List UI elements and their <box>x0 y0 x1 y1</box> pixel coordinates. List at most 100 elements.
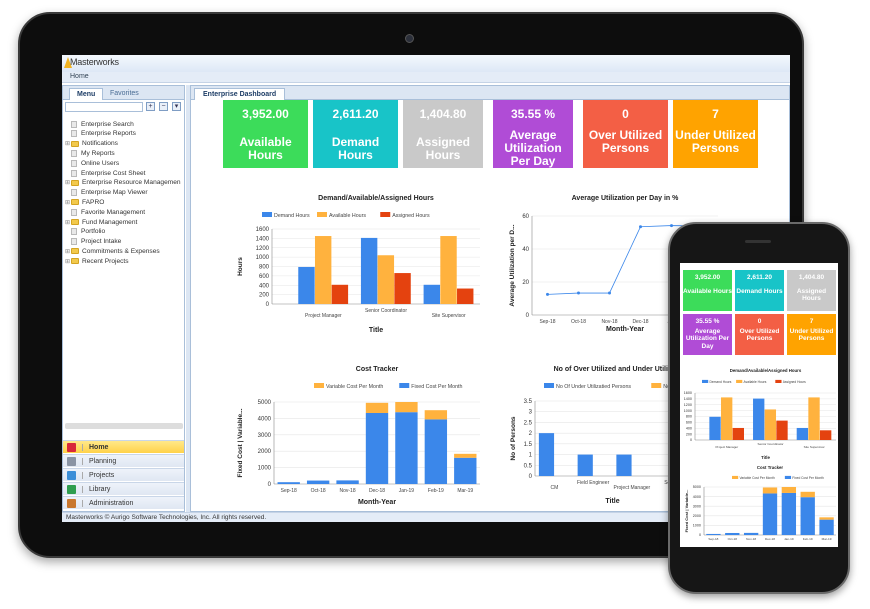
legend-item-available-hours[interactable]: Available Hours <box>736 379 767 384</box>
horizontal-scrollbar[interactable] <box>65 423 183 429</box>
tree-item-online-users[interactable]: Online Users <box>65 158 119 168</box>
line-point[interactable] <box>546 292 549 296</box>
tree-item-project-intake[interactable]: Project Intake <box>65 237 121 247</box>
bar-fixed-cost-per-month[interactable] <box>743 532 759 535</box>
tree-item-enterprise-resource-managemen[interactable]: ⊞ Enterprise Resource Managemen <box>65 178 181 188</box>
nav-projects[interactable]: Projects <box>63 468 184 481</box>
bar-available-hours[interactable] <box>377 255 395 304</box>
phone-kpi-demand-hours[interactable]: 2,611.20 Demand Hours <box>735 270 784 311</box>
legend-item-available-hours[interactable]: Available Hours <box>317 212 366 219</box>
bar-fixed-cost-per-month[interactable] <box>424 419 448 484</box>
nav-planning[interactable]: Planning <box>63 454 184 467</box>
bar-demand-hours[interactable] <box>360 237 378 304</box>
bar-fixed-cost-per-month[interactable] <box>395 412 418 484</box>
legend-item-variable-cost-per-month[interactable]: Variable Cost Per Month <box>732 475 775 480</box>
bar-variable-cost-per-month[interactable] <box>454 453 477 458</box>
app-logo[interactable]: Masterworks <box>70 57 119 67</box>
bar-assigned-hours[interactable] <box>457 288 474 304</box>
legend-item-no-of-under-utilizatied-persons[interactable]: No Of Under Utilizatied Persons <box>544 383 631 390</box>
bar-variable-cost-per-month[interactable] <box>800 491 815 498</box>
bar-demand-hours[interactable] <box>709 416 721 440</box>
breadcrumb-home[interactable]: Home <box>70 73 89 80</box>
bar-fixed-cost-per-month[interactable] <box>762 493 778 535</box>
bar-assigned-hours[interactable] <box>331 284 349 304</box>
bar-assigned-hours[interactable] <box>394 273 411 304</box>
bar-no-of-under-utilizatied-persons[interactable] <box>616 454 632 476</box>
phone-kpi-available-hours[interactable]: 3,952.00 Available Hours <box>683 270 732 311</box>
tree-item-recent-projects[interactable]: ⊞ Recent Projects <box>65 256 129 266</box>
kpi-demand-hours[interactable]: 2,611.20 Demand Hours <box>313 100 398 168</box>
legend-item-fixed-cost-per-month[interactable]: Fixed Cost Per Month <box>399 383 463 390</box>
bar-fixed-cost-per-month[interactable] <box>365 412 389 484</box>
tab-favorites[interactable]: Favorites <box>103 88 146 100</box>
bar-demand-hours[interactable] <box>796 427 809 440</box>
line-point[interactable] <box>670 224 673 228</box>
bar-demand-hours[interactable] <box>298 266 315 304</box>
bar-available-hours[interactable] <box>721 397 733 440</box>
bar-variable-cost-per-month[interactable] <box>819 517 834 520</box>
legend-item-demand-hours[interactable]: Demand Hours <box>262 212 310 219</box>
nav-administration[interactable]: Administration <box>63 496 184 509</box>
tree-item-enterprise-reports[interactable]: Enterprise Reports <box>65 129 136 139</box>
bar-fixed-cost-per-month[interactable] <box>336 480 359 484</box>
bar-variable-cost-per-month[interactable] <box>762 487 778 494</box>
bar-variable-cost-per-month[interactable] <box>781 487 797 493</box>
bar-fixed-cost-per-month[interactable] <box>725 532 740 535</box>
bar-no-of-under-utilizatied-persons[interactable] <box>538 433 555 476</box>
kpi-under-utilized-persons[interactable]: 7 Under Utilized Persons <box>673 100 758 168</box>
tree-item-fapro[interactable]: ⊞ FAPRO <box>65 197 104 207</box>
bar-available-hours[interactable] <box>764 409 777 440</box>
tree-item-enterprise-cost-sheet[interactable]: Enterprise Cost Sheet <box>65 168 146 178</box>
bar-fixed-cost-per-month[interactable] <box>306 480 330 484</box>
tree-item-favorite-management[interactable]: Favorite Management <box>65 207 145 217</box>
bar-available-hours[interactable] <box>314 236 332 304</box>
expand-all-button[interactable]: + <box>146 102 155 111</box>
legend-item-demand-hours[interactable]: Demand Hours <box>702 379 732 384</box>
phone-kpi-over-utilized-persons[interactable]: 0 Over Utilized Persons <box>735 314 784 355</box>
legend-item-variable-cost-per-month[interactable]: Variable Cost Per Month <box>314 383 383 390</box>
line-point[interactable] <box>608 291 611 295</box>
phone-kpi-average-utilization-per-day[interactable]: 35.55 % Average Utilization Per Day <box>683 314 732 355</box>
bar-available-hours[interactable] <box>808 397 820 440</box>
kpi-assigned-hours[interactable]: 1,404.80 Assigned Hours <box>403 100 483 168</box>
tree-item-notifications[interactable]: ⊞ Notifications <box>65 139 118 149</box>
nav-library[interactable]: Library <box>63 482 184 495</box>
bar-fixed-cost-per-month[interactable] <box>277 482 300 484</box>
bar-fixed-cost-per-month[interactable] <box>781 492 797 535</box>
bar-fixed-cost-per-month[interactable] <box>454 457 477 484</box>
bar-fixed-cost-per-month[interactable] <box>800 497 815 535</box>
line-point[interactable] <box>639 225 642 229</box>
bar-no-of-under-utilizatied-persons[interactable] <box>577 454 593 476</box>
collapse-all-button[interactable]: − <box>159 102 168 111</box>
bar-demand-hours[interactable] <box>753 398 765 440</box>
bar-demand-hours[interactable] <box>423 284 441 304</box>
bar-variable-cost-per-month[interactable] <box>365 402 389 413</box>
nav-home[interactable]: Home <box>63 440 184 453</box>
tree-item-commitments-expenses[interactable]: ⊞ Commitments & Expenses <box>65 246 160 256</box>
bar-assigned-hours[interactable] <box>776 420 788 440</box>
tab-menu[interactable]: Menu <box>69 88 104 100</box>
legend-item-assigned-hours[interactable]: Assigned Hours <box>380 212 430 219</box>
bar-assigned-hours[interactable] <box>819 430 832 440</box>
bar-variable-cost-per-month[interactable] <box>395 402 418 413</box>
legend-item-assigned-hours[interactable]: Assigned Hours <box>775 379 806 384</box>
line-point[interactable] <box>577 291 580 295</box>
kpi-average-utilization-per-day[interactable]: 35.55 % Average Utilization Per Day <box>493 100 573 168</box>
tree-item-fund-management[interactable]: ⊞ Fund Management <box>65 217 137 227</box>
dropdown-button[interactable]: ▾ <box>172 102 181 111</box>
bar-fixed-cost-per-month[interactable] <box>819 519 834 535</box>
phone-kpi-assigned-hours[interactable]: 1,404.80 Assigned Hours <box>787 270 836 311</box>
tab-enterprise-dashboard[interactable]: Enterprise Dashboard <box>194 88 286 100</box>
bar-variable-cost-per-month[interactable] <box>424 410 448 420</box>
bar-assigned-hours[interactable] <box>732 427 744 440</box>
menu-search-input[interactable] <box>65 102 143 112</box>
phone-kpi-under-utilized-persons[interactable]: 7 Under Utilized Persons <box>787 314 836 355</box>
tree-item-my-reports[interactable]: My Reports <box>65 148 115 158</box>
tree-item-enterprise-search[interactable]: Enterprise Search <box>65 119 134 129</box>
kpi-over-utilized-persons[interactable]: 0 Over Utilized Persons <box>583 100 668 168</box>
tree-item-enterprise-map-viewer[interactable]: Enterprise Map Viewer <box>65 188 148 198</box>
kpi-available-hours[interactable]: 3,952.00 Available Hours <box>223 100 308 168</box>
legend-item-fixed-cost-per-month[interactable]: Fixed Cost Per Month <box>784 475 824 480</box>
bar-available-hours[interactable] <box>440 236 457 304</box>
bar-fixed-cost-per-month[interactable] <box>706 533 721 535</box>
